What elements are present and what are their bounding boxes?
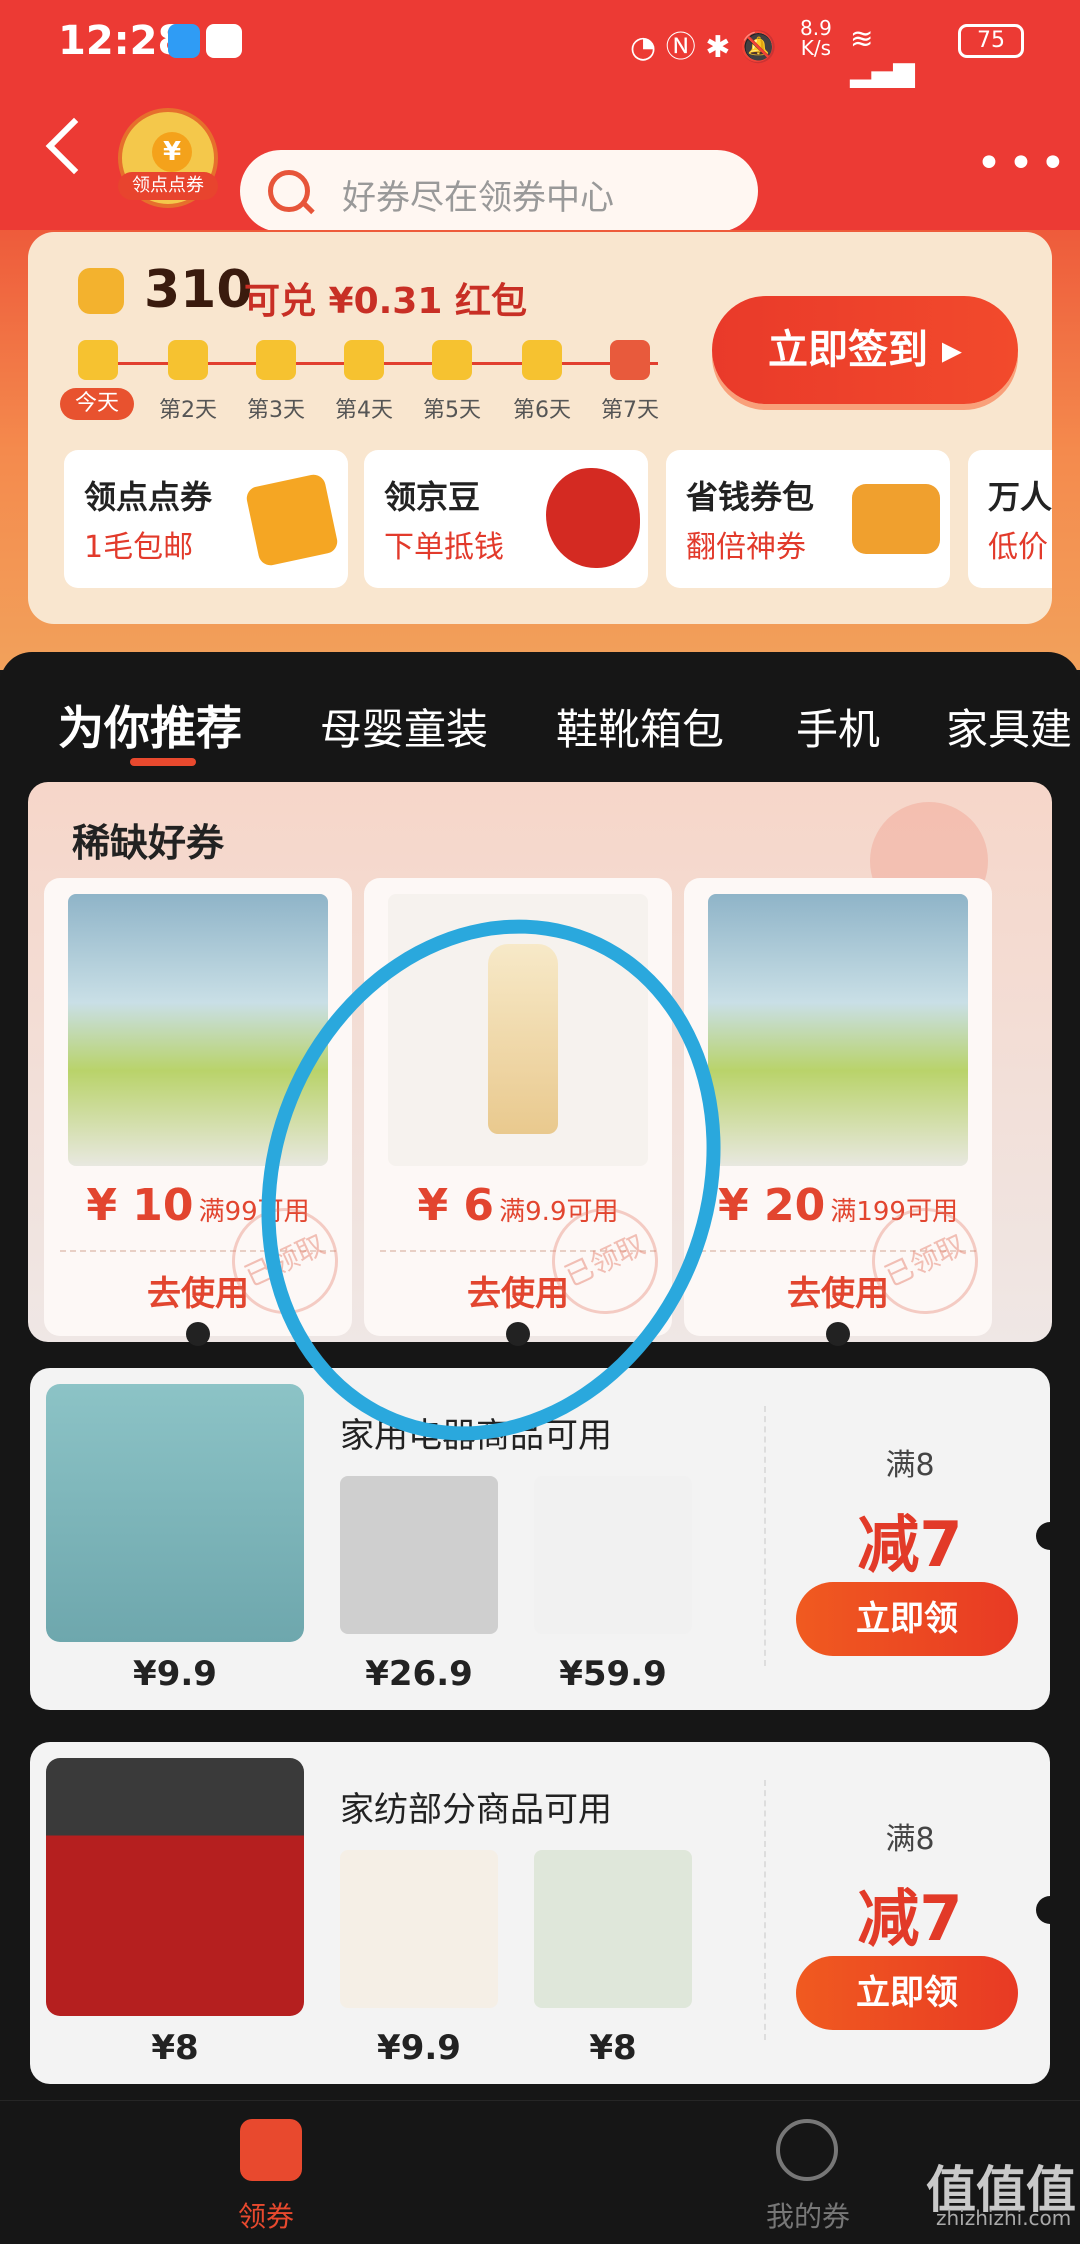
divider	[764, 1406, 766, 1666]
day-coin-icon	[522, 340, 562, 380]
product-image	[340, 1850, 498, 2008]
divider	[764, 1780, 766, 2040]
coupon-discount: 减7	[857, 1508, 963, 1581]
coupon-amount: ¥ 10	[86, 1180, 194, 1231]
shopping-app-icon	[206, 24, 242, 58]
ticket-icon	[244, 472, 340, 568]
product-price: ¥9.9	[377, 2028, 461, 2068]
tab-active-indicator	[130, 758, 196, 766]
claim-button[interactable]: 立即领	[796, 1582, 1018, 1656]
day-label: 第3天	[247, 398, 305, 423]
feature-title: 万人	[988, 478, 1052, 516]
notch	[186, 1322, 210, 1346]
coin-icon	[78, 268, 124, 314]
day-label: 第6天	[513, 398, 571, 423]
bottom-navigation: 领券 我的券	[0, 2100, 1080, 2244]
feature-subtitle: 1毛包邮	[84, 530, 194, 565]
coupon-card[interactable]: ¥ 20 满199可用 去使用 已领取	[684, 878, 996, 1346]
notch	[1036, 1896, 1064, 1924]
shop-coupon-card[interactable]: 家纺部分商品可用 ¥8 ¥9.9 ¥8 满8 减7 立即领	[30, 1742, 1064, 2084]
day-label-today: 今天	[60, 388, 134, 420]
notch	[826, 1322, 850, 1346]
coupon-condition: 满8	[885, 1448, 935, 1483]
signin-button[interactable]: 立即签到 ▸	[712, 296, 1018, 404]
feature-card-points[interactable]: 领点点券 1毛包邮	[64, 450, 348, 588]
points-exchange-text: 可兑 ¥0.31 红包	[244, 281, 527, 322]
nav-coupon-label[interactable]: 领券	[238, 2195, 294, 2235]
my-coupons-icon[interactable]	[776, 2119, 838, 2181]
day-label: 第4天	[335, 398, 393, 423]
coin-icon: ¥	[152, 132, 192, 172]
feature-card-more[interactable]: 万人 低价	[968, 450, 1052, 588]
day-label: 第5天	[423, 398, 481, 423]
tab-shoes-bags[interactable]: 鞋靴箱包	[556, 696, 724, 757]
product-image	[534, 1476, 692, 1634]
feature-subtitle: 翻倍神券	[686, 530, 806, 565]
shop-coupon-title: 家纺部分商品可用	[340, 1790, 612, 1830]
watermark-url: zhizhizhi.com	[936, 2206, 1072, 2230]
product-image	[534, 1850, 692, 2008]
status-time: 12:28	[58, 18, 186, 64]
product-price: ¥9.9	[133, 1654, 217, 1694]
wifi-signal-icon: ≋ ▂▄▆	[850, 22, 915, 88]
day-coin-icon	[78, 340, 118, 380]
day-coin-icon	[256, 340, 296, 380]
claim-button[interactable]: 立即领	[796, 1956, 1018, 2030]
coupon-condition: 满8	[885, 1822, 935, 1857]
feature-subtitle: 下单抵钱	[384, 530, 504, 565]
product-image	[46, 1384, 304, 1642]
tab-phones[interactable]: 手机	[796, 696, 880, 757]
feature-title: 领点点券	[84, 478, 213, 516]
search-bar[interactable]: 好券尽在领券中心	[240, 150, 758, 232]
scarce-title: 稀缺好券	[72, 821, 225, 865]
coupon-discount: 减7	[857, 1882, 963, 1955]
bean-icon	[546, 468, 640, 568]
search-placeholder: 好券尽在领券中心	[342, 178, 614, 218]
gift-box-icon	[610, 340, 650, 380]
feature-title: 领京豆	[384, 478, 481, 516]
product-image	[708, 894, 968, 1166]
day-label: 第2天	[159, 398, 217, 423]
product-price: ¥8	[151, 2028, 199, 2068]
feature-card-wallet[interactable]: 省钱券包 翻倍神券	[666, 450, 950, 588]
feature-title: 省钱券包	[686, 478, 815, 516]
wallet-icon	[852, 484, 940, 554]
nav-mine-label[interactable]: 我的券	[766, 2195, 850, 2235]
status-icons: ◔ Ⓝ ✱ 🔕	[630, 30, 778, 65]
product-image	[46, 1758, 304, 2016]
feature-subtitle: 低价	[988, 530, 1048, 565]
notch	[1036, 1522, 1064, 1550]
more-options-icon[interactable]: •••	[976, 138, 1072, 189]
points-value: 310	[144, 260, 253, 320]
battery-icon: 75	[958, 24, 1024, 58]
signin-card: 310 可兑 ¥0.31 红包 今天 第2天 第3天 第4天 第5天 第6天 第…	[28, 232, 1052, 624]
search-icon	[268, 170, 310, 212]
tab-furniture[interactable]: 家具建	[946, 696, 1072, 757]
product-price: ¥26.9	[365, 1654, 473, 1694]
coupon-amount: ¥ 20	[718, 1180, 826, 1231]
tab-recommend[interactable]: 为你推荐	[58, 692, 242, 758]
product-image	[340, 1476, 498, 1634]
day-coin-icon	[432, 340, 472, 380]
browser-app-icon	[168, 24, 200, 58]
product-price: ¥59.9	[559, 1654, 667, 1694]
day-coin-icon	[168, 340, 208, 380]
coupon-tab-icon[interactable]	[240, 2119, 302, 2181]
status-bar: 12:28 ◔ Ⓝ ✱ 🔕 8.9 K/s ≋ ▂▄▆ 75	[0, 0, 1080, 88]
tab-baby[interactable]: 母婴童装	[320, 696, 488, 757]
badge-label: 领点点券	[118, 172, 218, 200]
day-label: 第7天	[601, 398, 659, 423]
feature-card-jingdou[interactable]: 领京豆 下单抵钱	[364, 450, 648, 588]
product-price: ¥8	[589, 2028, 637, 2068]
network-speed: 8.9 K/s	[800, 16, 832, 60]
day-coin-icon	[344, 340, 384, 380]
